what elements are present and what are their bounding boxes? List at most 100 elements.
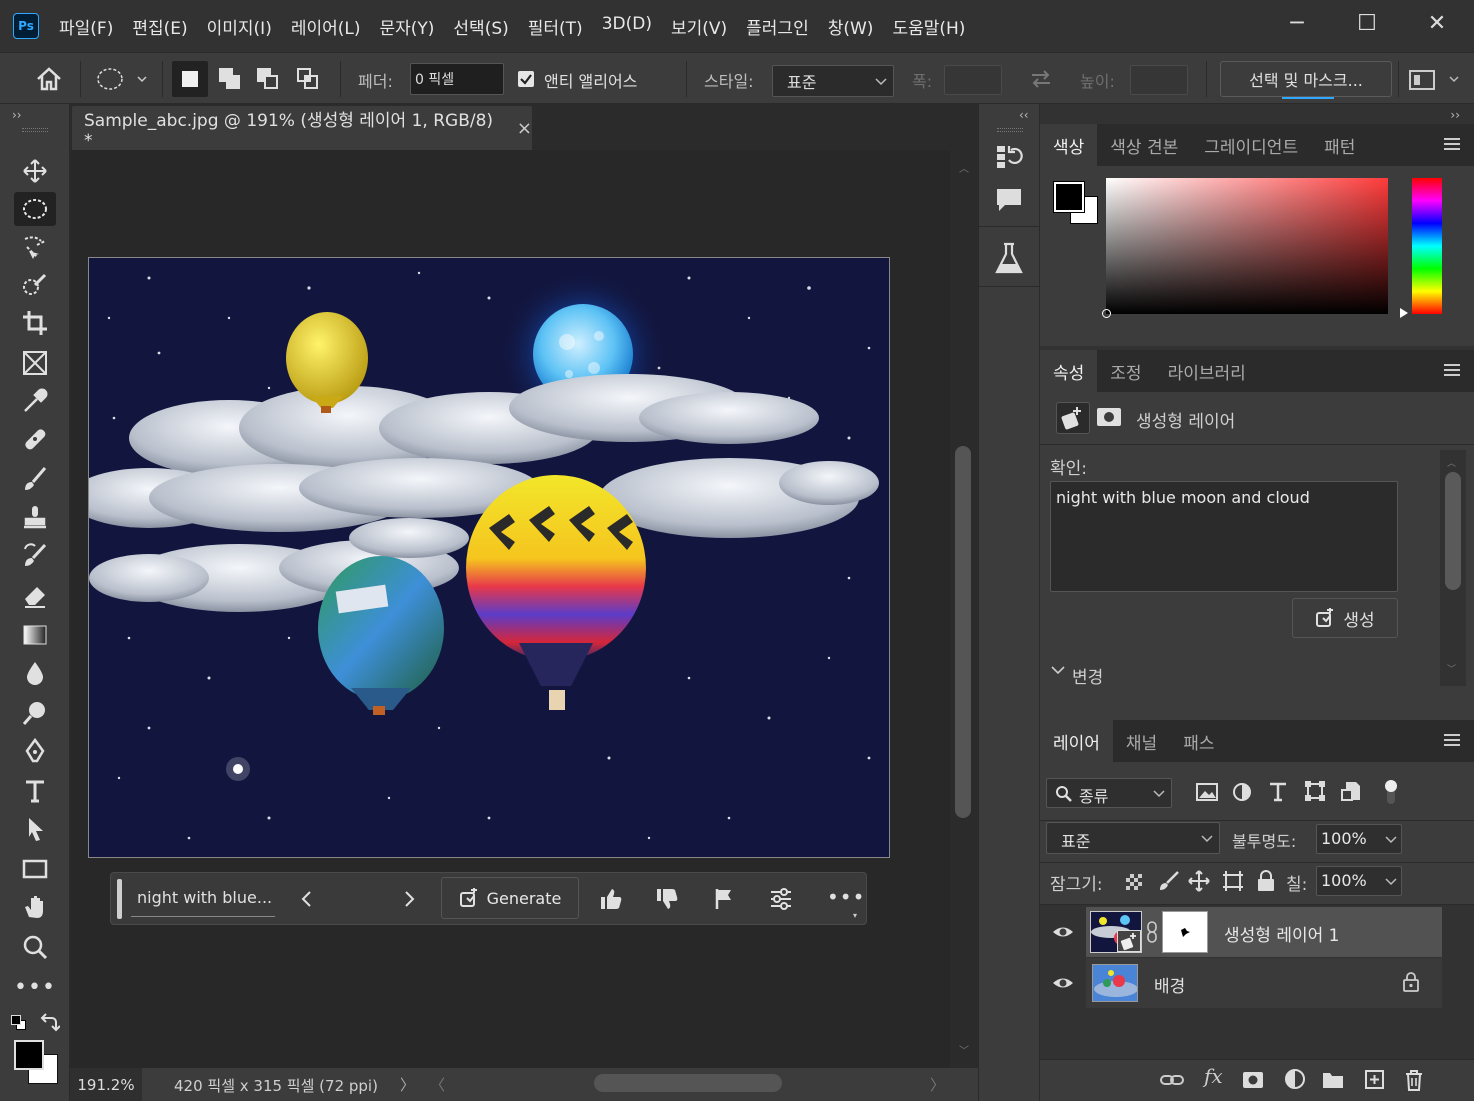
opacity-input[interactable]: 100%: [1316, 824, 1402, 854]
menu-item-8[interactable]: 보기(V): [671, 14, 727, 39]
rectangle-tool-icon[interactable]: [14, 852, 56, 886]
menu-item-7[interactable]: 3D(D): [602, 14, 652, 39]
layers-panel-menu-icon[interactable]: [1444, 734, 1460, 746]
tab-channels[interactable]: 채널: [1113, 720, 1170, 762]
new-selection-icon[interactable]: [172, 61, 208, 97]
more-options-icon[interactable]: •••: [827, 885, 865, 909]
add-selection-icon[interactable]: [216, 65, 246, 93]
select-and-mask-button[interactable]: 선택 및 마스크...: [1220, 61, 1392, 97]
gradient-tool-icon[interactable]: [14, 618, 56, 652]
frame-tool-icon[interactable]: [14, 346, 56, 380]
clone-stamp-tool-icon[interactable]: [14, 500, 56, 534]
tab-libraries[interactable]: 라이브러리: [1155, 350, 1259, 392]
type-tool-icon[interactable]: [14, 774, 56, 808]
document-tab[interactable]: Sample_abc.jpg @ 191% (생성형 레이어 1, RGB/8)…: [72, 106, 532, 151]
drag-handle[interactable]: [117, 879, 122, 919]
style-select[interactable]: 표준: [772, 65, 894, 97]
collapse-icon[interactable]: ››: [12, 108, 22, 122]
chevron-down-icon[interactable]: [1050, 662, 1066, 678]
scroll-up-icon[interactable]: ︿: [959, 160, 969, 175]
layer-row-background[interactable]: 배경: [1053, 958, 1442, 1008]
eyedropper-tool-icon[interactable]: [14, 384, 56, 418]
dodge-tool-icon[interactable]: [14, 696, 56, 730]
pen-tool-icon[interactable]: [14, 734, 56, 768]
layer-name[interactable]: 생성형 레이어 1: [1224, 921, 1339, 946]
close-tab-icon[interactable]: ×: [517, 118, 532, 139]
brush-tool-icon[interactable]: [14, 462, 56, 496]
object-selection-tool-icon[interactable]: [14, 230, 56, 264]
subtract-selection-icon[interactable]: [254, 65, 284, 93]
report-flag-icon[interactable]: [713, 887, 735, 911]
variations-label[interactable]: 변경: [1072, 663, 1103, 688]
delete-layer-trash-icon[interactable]: [1404, 1069, 1424, 1091]
lock-image-pixels-icon[interactable]: [1158, 870, 1180, 892]
smart-object-filter-icon[interactable]: [1340, 780, 1362, 802]
menu-item-11[interactable]: 도움말(H): [892, 14, 965, 39]
vertical-scrollbar[interactable]: ︿ ﹀: [950, 150, 978, 1068]
tab-paths[interactable]: 패스: [1170, 720, 1227, 762]
menu-item-6[interactable]: 필터(T): [528, 14, 583, 39]
menu-item-10[interactable]: 창(W): [828, 14, 874, 39]
layer-style-fx-icon[interactable]: fx: [1204, 1064, 1223, 1088]
path-selection-tool-icon[interactable]: [14, 812, 56, 846]
color-panel-foreground-swatch[interactable]: [1053, 181, 1085, 213]
color-panel-menu-icon[interactable]: [1444, 138, 1460, 150]
close-button[interactable]: ✕: [1402, 0, 1472, 46]
mask-icon[interactable]: [1096, 406, 1122, 428]
new-group-folder-icon[interactable]: [1322, 1070, 1344, 1090]
spot-healing-tool-icon[interactable]: [14, 422, 56, 456]
blur-tool-icon[interactable]: [14, 656, 56, 690]
history-brush-tool-icon[interactable]: [14, 538, 56, 572]
thumbs-down-icon[interactable]: [655, 887, 679, 911]
menu-item-5[interactable]: 선택(S): [453, 14, 508, 39]
properties-panel-menu-icon[interactable]: [1444, 364, 1460, 376]
zoom-tool-icon[interactable]: [14, 930, 56, 964]
scroll-down-icon[interactable]: ﹀: [959, 1042, 969, 1057]
hue-slider-handle[interactable]: [1400, 308, 1408, 318]
width-input[interactable]: [944, 65, 1002, 95]
tab-gradients[interactable]: 그레이디언트: [1191, 124, 1311, 166]
new-layer-icon[interactable]: [1364, 1069, 1386, 1091]
properties-scroll-thumb[interactable]: [1445, 472, 1461, 590]
workspace-icon[interactable]: [1408, 67, 1460, 93]
move-tool-icon[interactable]: [14, 154, 56, 188]
type-filter-icon[interactable]: [1268, 780, 1288, 802]
shape-filter-icon[interactable]: [1304, 780, 1326, 802]
filter-toggle-icon[interactable]: [1384, 778, 1398, 806]
default-colors-icon[interactable]: [10, 1014, 30, 1034]
blend-mode-select[interactable]: 표준: [1046, 822, 1220, 854]
layer-mask-link-icon[interactable]: [1146, 921, 1158, 943]
prompt-preview[interactable]: night with blue...: [137, 888, 272, 907]
scroll-down-icon[interactable]: ﹀: [1447, 662, 1456, 675]
quick-selection-tool-icon[interactable]: [14, 268, 56, 302]
scroll-left-icon[interactable]: 〈: [430, 1074, 445, 1095]
settings-sliders-icon[interactable]: [769, 887, 793, 911]
hue-slider[interactable]: [1412, 178, 1442, 314]
menu-item-0[interactable]: 파일(F): [59, 14, 113, 39]
collapse-panels-icon[interactable]: ‹‹: [1019, 108, 1029, 122]
scroll-right-icon[interactable]: 〉: [930, 1074, 945, 1095]
zoom-level[interactable]: 191.2%: [70, 1068, 142, 1101]
horizontal-scroll-thumb[interactable]: [594, 1074, 782, 1092]
lock-transparent-pixels-icon[interactable]: [1126, 874, 1142, 890]
add-mask-icon[interactable]: [1242, 1070, 1264, 1090]
properties-scrollbar[interactable]: ︿ ﹀: [1440, 450, 1466, 686]
menu-item-9[interactable]: 플러그인: [746, 14, 809, 39]
adjustment-filter-icon[interactable]: [1232, 782, 1252, 802]
technology-previews-flask-icon[interactable]: [993, 242, 1025, 276]
prompt-textarea[interactable]: night with blue moon and cloud: [1050, 481, 1398, 592]
lock-all-icon[interactable]: [1256, 870, 1276, 892]
maximize-button[interactable]: ☐: [1332, 0, 1402, 46]
hand-tool-icon[interactable]: [14, 890, 56, 924]
layer-row-generative[interactable]: 생성형 레이어 1: [1053, 907, 1442, 957]
tab-color[interactable]: 색상: [1040, 124, 1098, 166]
swap-dimensions-icon[interactable]: [1026, 67, 1056, 91]
visibility-eye-icon[interactable]: [1052, 974, 1074, 992]
pixel-filter-icon[interactable]: [1196, 782, 1218, 802]
previous-variation-icon[interactable]: [297, 887, 317, 911]
tab-layers[interactable]: 레이어: [1040, 720, 1113, 762]
layer-mask-thumbnail[interactable]: [1162, 911, 1208, 953]
comments-icon[interactable]: [993, 184, 1025, 216]
generate-button[interactable]: Generate: [441, 877, 579, 919]
history-icon[interactable]: [993, 140, 1025, 172]
